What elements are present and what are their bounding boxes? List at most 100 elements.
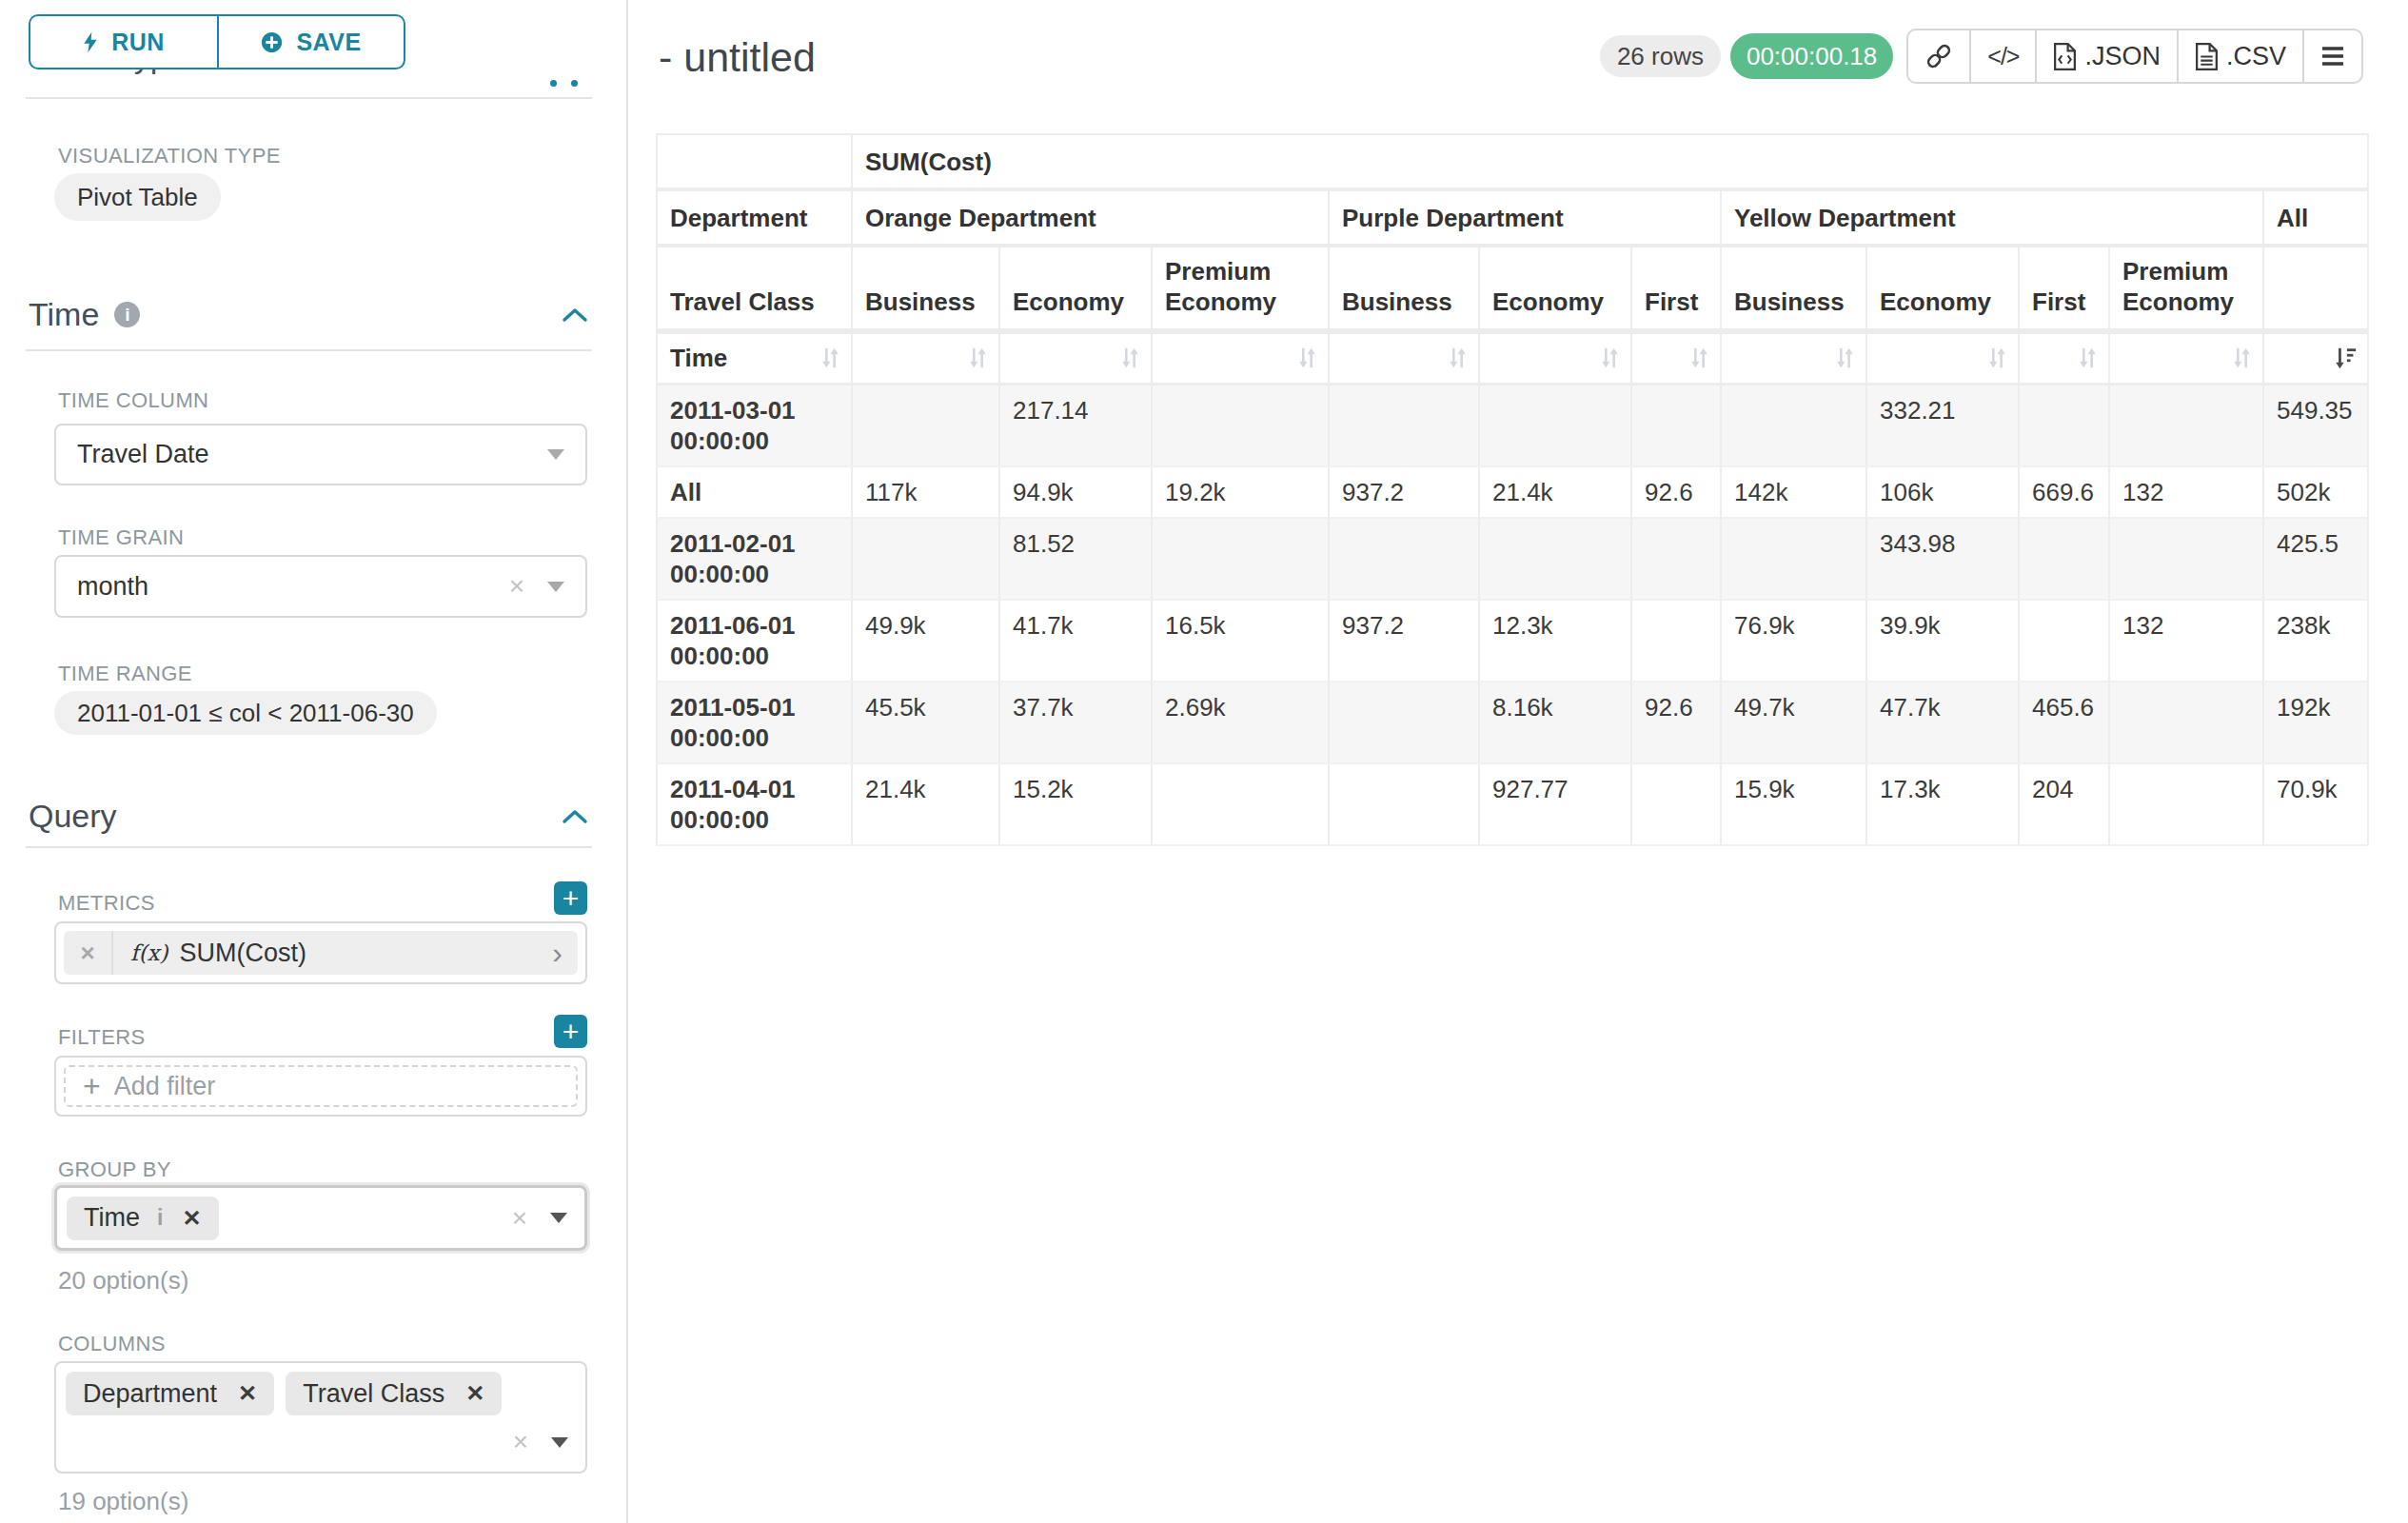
view-query-button[interactable]: </> xyxy=(1971,30,2037,82)
clear-icon[interactable]: × xyxy=(509,571,524,602)
row-label: 2011-05-0100:00:00 xyxy=(657,682,852,763)
sort-header-cell xyxy=(2019,331,2109,384)
pivot-cell xyxy=(1479,384,1631,466)
export-csv-button[interactable]: .CSV xyxy=(2179,30,2304,82)
columns-chip-label: Department xyxy=(83,1379,217,1409)
csv-button-label: .CSV xyxy=(2226,42,2286,71)
pivot-cell xyxy=(852,384,999,466)
metric-header: SUM(Cost) xyxy=(852,134,2368,189)
pivot-row: All117k94.9k19.2k937.221.4k92.6142k106k6… xyxy=(657,466,2368,518)
pivot-cell: 76.9k xyxy=(1721,600,1866,682)
columns-select[interactable]: Department ✕ Travel Class ✕ × xyxy=(54,1361,587,1474)
sort-icon[interactable] xyxy=(1117,346,1142,370)
pivot-cell xyxy=(2019,518,2109,600)
pivot-cell: 45.5k xyxy=(852,682,999,763)
department-group-header: Yellow Department xyxy=(1721,189,2263,246)
metric-chip[interactable]: × f(x) SUM(Cost) › xyxy=(64,931,578,975)
travel-class-header: Business xyxy=(1329,246,1479,331)
row-label: All xyxy=(657,466,852,518)
sort-icon[interactable] xyxy=(2075,346,2100,370)
chevron-up-icon[interactable] xyxy=(562,307,588,324)
pivot-cell xyxy=(2109,682,2263,763)
travel-class-header: Premium Economy xyxy=(1152,246,1329,331)
pivot-cell: 15.9k xyxy=(1721,763,1866,845)
sort-icon[interactable] xyxy=(1832,346,1857,370)
time-column-label: TIME COLUMN xyxy=(58,388,208,413)
remove-metric-icon: × xyxy=(80,939,94,968)
plus-circle-icon xyxy=(261,31,283,53)
sort-icon[interactable] xyxy=(1984,346,2009,370)
row-label: 2011-03-0100:00:00 xyxy=(657,384,852,466)
csv-file-icon xyxy=(2195,43,2219,70)
pivot-cell: 92.6 xyxy=(1631,682,1721,763)
columns-chip-travel-class[interactable]: Travel Class ✕ xyxy=(286,1372,502,1415)
sort-icon[interactable] xyxy=(2229,346,2254,370)
pivot-cell: 15.2k xyxy=(999,763,1152,845)
add-metric-button[interactable]: + xyxy=(554,881,587,915)
pivot-table: SUM(Cost)DepartmentOrange DepartmentPurp… xyxy=(656,133,2369,846)
share-link-button[interactable] xyxy=(1908,30,1971,82)
fx-icon: f(x) xyxy=(130,940,168,965)
time-section-header[interactable]: Time i xyxy=(29,296,140,333)
pivot-row: 2011-02-0100:00:0081.52343.98425.5 xyxy=(657,518,2368,600)
add-filter-button[interactable]: + xyxy=(554,1015,587,1048)
clear-icon[interactable]: × xyxy=(512,1203,527,1234)
caret-down-icon xyxy=(550,1213,567,1223)
time-grain-select[interactable]: month × xyxy=(54,555,587,618)
columns-label: COLUMNS xyxy=(58,1332,166,1356)
time-grain-label: TIME GRAIN xyxy=(58,525,184,550)
row-label: 2011-04-0100:00:00 xyxy=(657,763,852,845)
clear-icon[interactable]: × xyxy=(513,1427,528,1457)
query-section-header[interactable]: Query xyxy=(29,798,117,835)
remove-chip-icon[interactable]: ✕ xyxy=(465,1380,484,1407)
json-file-icon xyxy=(2053,43,2077,70)
save-button[interactable]: SAVE xyxy=(217,14,405,69)
add-filter-placeholder: Add filter xyxy=(114,1072,216,1101)
pivot-cell: 142k xyxy=(1721,466,1866,518)
sort-icon[interactable] xyxy=(818,346,842,370)
department-group-header: All xyxy=(2263,189,2368,246)
sort-icon[interactable] xyxy=(1294,346,1319,370)
pivot-cell: 117k xyxy=(852,466,999,518)
clipped-dot-icon xyxy=(550,80,557,87)
time-column-value: Travel Date xyxy=(77,440,209,469)
columns-chip-department[interactable]: Department ✕ xyxy=(66,1372,274,1415)
add-filter-field[interactable]: + Add filter xyxy=(64,1065,578,1107)
visualization-type-value[interactable]: Pivot Table xyxy=(54,173,221,221)
groupby-options-count: 20 option(s) xyxy=(58,1266,188,1296)
run-button[interactable]: RUN xyxy=(29,14,217,69)
pivot-table-container: SUM(Cost)DepartmentOrange DepartmentPurp… xyxy=(656,133,2369,846)
sort-header-cell xyxy=(1866,331,2019,384)
remove-metric-segment[interactable]: × xyxy=(64,931,113,975)
pivot-cell: 39.9k xyxy=(1866,600,2019,682)
groupby-select[interactable]: Time i ✕ × xyxy=(54,1185,587,1251)
pivot-cell: 106k xyxy=(1866,466,2019,518)
pivot-cell: 937.2 xyxy=(1329,466,1479,518)
chart-panel: - untitled 26 rows 00:00:00.18 </> xyxy=(628,0,2408,1523)
sort-icon[interactable] xyxy=(1597,346,1622,370)
time-column-select[interactable]: Travel Date xyxy=(54,424,587,485)
time-range-value[interactable]: 2011-01-01 ≤ col < 2011-06-30 xyxy=(54,691,437,735)
pivot-cell xyxy=(2019,384,2109,466)
chevron-up-icon[interactable] xyxy=(562,808,588,825)
groupby-chip-time[interactable]: Time i ✕ xyxy=(67,1197,219,1240)
pivot-cell: 927.77 xyxy=(1479,763,1631,845)
menu-button[interactable] xyxy=(2304,30,2361,82)
sort-icon-active[interactable] xyxy=(2332,346,2359,370)
remove-chip-icon[interactable]: ✕ xyxy=(182,1205,201,1232)
pivot-cell: 37.7k xyxy=(999,682,1152,763)
sort-icon[interactable] xyxy=(965,346,990,370)
travel-class-header: Economy xyxy=(999,246,1152,331)
travel-class-header: First xyxy=(1631,246,1721,331)
time-section-title: Time xyxy=(29,296,99,333)
pivot-cell: 465.6 xyxy=(2019,682,2109,763)
chevron-right-icon[interactable]: › xyxy=(552,936,563,971)
pivot-row: 2011-06-0100:00:0049.9k41.7k16.5k937.212… xyxy=(657,600,2368,682)
export-json-button[interactable]: .JSON xyxy=(2037,30,2179,82)
remove-chip-icon[interactable]: ✕ xyxy=(238,1380,257,1407)
chart-title[interactable]: - untitled xyxy=(659,34,816,81)
travel-class-header: Economy xyxy=(1866,246,2019,331)
sort-header-cell xyxy=(999,331,1152,384)
sort-icon[interactable] xyxy=(1687,346,1711,370)
sort-icon[interactable] xyxy=(1445,346,1470,370)
